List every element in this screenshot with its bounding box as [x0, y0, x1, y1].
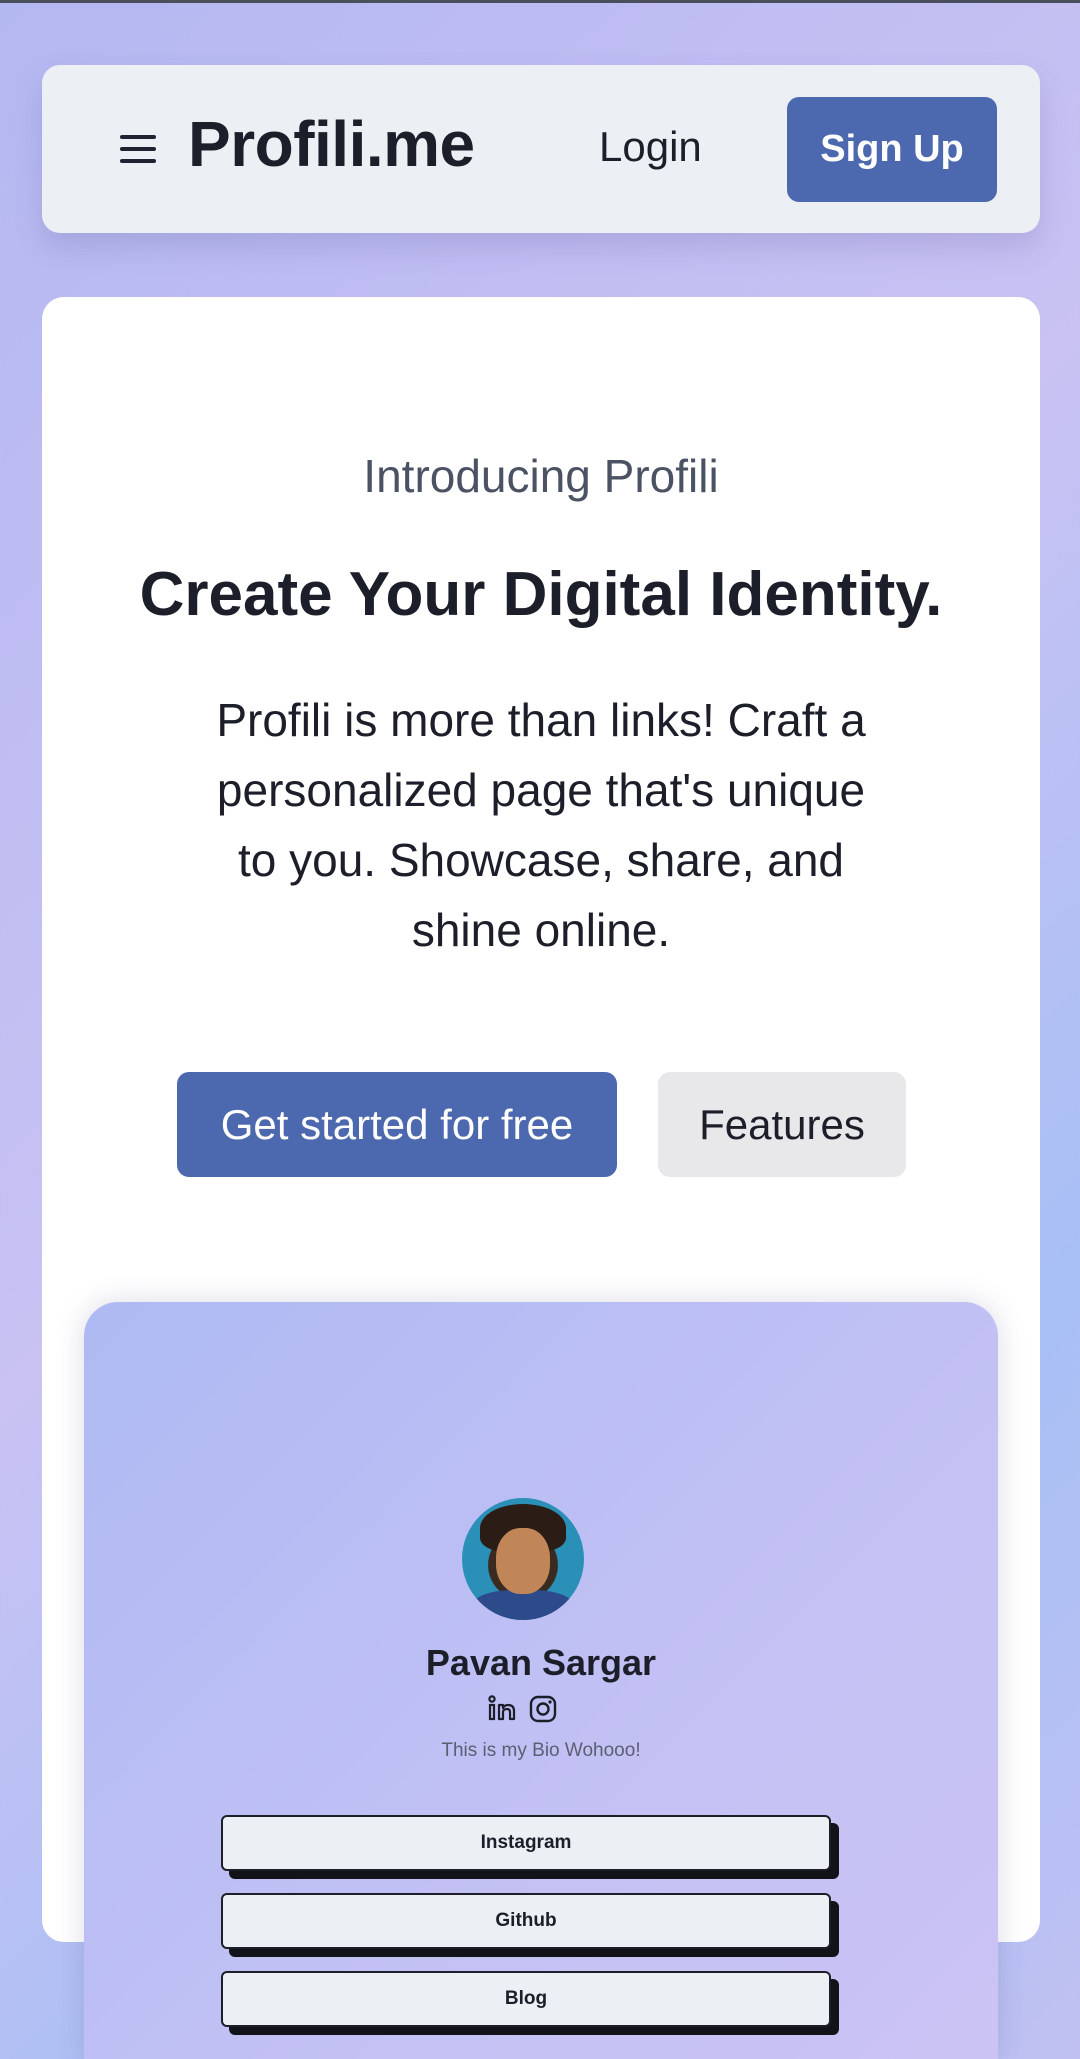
- linkedin-icon[interactable]: [488, 1694, 518, 1724]
- hero-description: Profili is more than links! Craft a pers…: [216, 694, 866, 956]
- hero-eyebrow: Introducing Profili: [363, 450, 719, 502]
- link-button-blog[interactable]: Blog: [221, 1971, 831, 2027]
- features-button[interactable]: Features: [658, 1072, 906, 1177]
- avatar: [462, 1498, 584, 1620]
- link-button-github[interactable]: Github: [221, 1893, 831, 1949]
- hamburger-menu-icon[interactable]: [120, 135, 156, 163]
- profile-name: Pavan Sargar: [425, 1642, 657, 1683]
- link-button-instagram[interactable]: Instagram: [221, 1815, 831, 1871]
- profile-bio: This is my Bio Wohooo!: [441, 1740, 641, 1761]
- top-navbar: Profili.me Login Sign Up: [42, 65, 1040, 233]
- profile-preview-card: Pavan Sargar This is my Bio Wohooo! Inst…: [84, 1302, 998, 2059]
- login-link[interactable]: Login: [599, 123, 702, 171]
- hero-headline: Create Your Digital Identity.: [139, 560, 943, 629]
- sign-up-button[interactable]: Sign Up: [787, 97, 997, 202]
- instagram-icon[interactable]: [528, 1694, 558, 1724]
- get-started-button[interactable]: Get started for free: [177, 1072, 617, 1177]
- social-links: [488, 1694, 568, 1728]
- brand-logo-text[interactable]: Profili.me: [188, 107, 475, 181]
